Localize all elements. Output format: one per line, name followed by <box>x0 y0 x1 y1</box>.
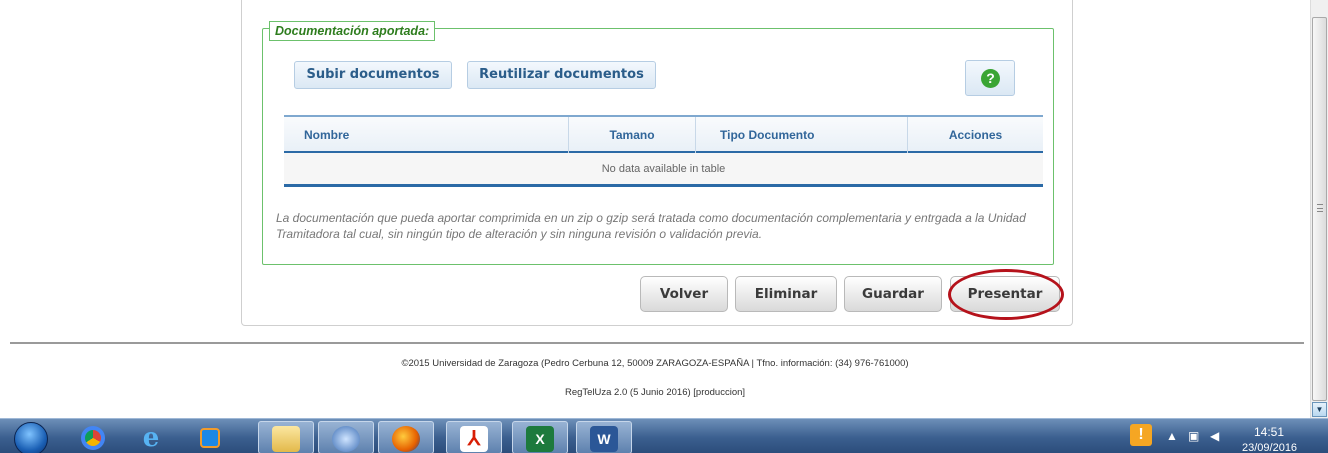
back-button[interactable]: Volver <box>640 276 728 312</box>
chrome-icon <box>81 426 105 450</box>
clock-time[interactable]: 14:51 <box>1254 425 1284 439</box>
grip-icon <box>1317 204 1323 212</box>
firefox-icon <box>392 426 420 452</box>
scrollbar-thumb[interactable] <box>1312 17 1327 401</box>
pdf-reader-icon: ⅄ <box>460 426 488 452</box>
column-header-actions[interactable]: Acciones <box>908 117 1043 153</box>
footer-version: RegTelUza 2.0 (5 Junio 2016) [produccion… <box>564 387 746 398</box>
vertical-scrollbar[interactable]: ▼ <box>1310 0 1328 418</box>
reuse-documents-button[interactable]: Reutilizar documentos <box>467 61 656 89</box>
start-button[interactable] <box>14 422 48 453</box>
windows-taskbar: e ⅄ X W ! ▲ ▣ ◀ 14:51 23/09/2016 <box>0 418 1328 453</box>
taskbar-item-internet-explorer[interactable]: e <box>124 421 180 453</box>
excel-icon: X <box>526 426 554 452</box>
footer-copyright: ©2015 Universidad de Zaragoza (Pedro Cer… <box>401 358 909 369</box>
internet-explorer-icon: e <box>142 423 160 453</box>
highlight-annotation <box>948 269 1064 320</box>
scroll-down-arrow-icon[interactable]: ▼ <box>1312 402 1327 417</box>
chevron-up-icon[interactable]: ▲ <box>1166 429 1178 443</box>
taskbar-item-firefox[interactable] <box>378 421 434 453</box>
footer-divider <box>10 342 1304 344</box>
clock-date[interactable]: 23/09/2016 <box>1242 442 1297 453</box>
table-empty-row: No data available in table <box>284 153 1043 187</box>
fieldset-legend: Documentación aportada: <box>269 21 436 41</box>
word-icon: W <box>590 426 618 452</box>
file-explorer-icon <box>272 426 300 452</box>
warning-icon[interactable]: ! <box>1130 424 1152 446</box>
save-button[interactable]: Guardar <box>844 276 942 312</box>
taskbar-item-pdf-reader[interactable]: ⅄ <box>446 421 502 453</box>
column-header-size[interactable]: Tamano <box>569 117 696 153</box>
network-icon[interactable]: ▣ <box>1188 429 1199 443</box>
taskbar-item-word[interactable]: W <box>576 421 632 453</box>
column-header-document-type[interactable]: Tipo Documento <box>696 117 908 153</box>
taskbar-item-file-explorer[interactable] <box>258 421 314 453</box>
web-page: Documentación aportada: Subir documentos… <box>0 0 1310 418</box>
taskbar-item-chrome[interactable] <box>66 421 122 453</box>
thunderbird-icon <box>332 426 360 452</box>
media-player-icon <box>200 428 220 448</box>
upload-documents-button[interactable]: Subir documentos <box>294 61 452 89</box>
taskbar-item-excel[interactable]: X <box>512 421 568 453</box>
help-button[interactable]: ? <box>965 60 1015 96</box>
documents-table: Nombre Tamano Tipo Documento Acciones No… <box>284 115 1043 187</box>
taskbar-item-media-player[interactable] <box>182 421 238 453</box>
documentation-note: La documentación que pueda aportar compr… <box>276 211 1026 241</box>
help-icon: ? <box>981 69 1000 88</box>
system-tray: ! ▲ ▣ ◀ 14:51 23/09/2016 <box>1120 421 1320 453</box>
delete-button[interactable]: Eliminar <box>735 276 837 312</box>
column-header-name[interactable]: Nombre <box>284 117 569 153</box>
taskbar-item-thunderbird[interactable] <box>318 421 374 453</box>
volume-icon[interactable]: ◀ <box>1210 429 1219 443</box>
table-header: Nombre Tamano Tipo Documento Acciones <box>284 115 1043 153</box>
